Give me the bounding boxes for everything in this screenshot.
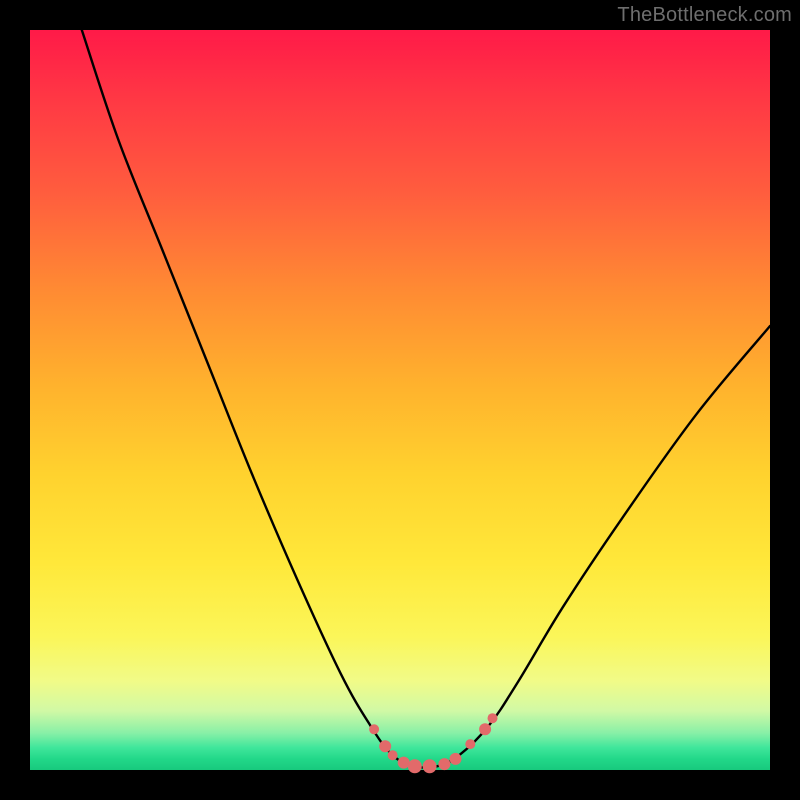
marker-dot	[450, 753, 462, 765]
chart-frame: TheBottleneck.com	[0, 0, 800, 800]
bottleneck-curve	[82, 30, 770, 768]
highlight-markers	[369, 713, 497, 773]
curve-svg	[30, 30, 770, 770]
marker-dot	[479, 723, 491, 735]
marker-dot	[465, 739, 475, 749]
watermark-text: TheBottleneck.com	[617, 4, 792, 27]
marker-dot	[379, 740, 391, 752]
plot-area	[30, 30, 770, 770]
marker-dot	[488, 713, 498, 723]
marker-dot	[438, 758, 450, 770]
marker-dot	[408, 759, 422, 773]
marker-dot	[369, 724, 379, 734]
marker-dot	[388, 750, 398, 760]
marker-dot	[423, 759, 437, 773]
